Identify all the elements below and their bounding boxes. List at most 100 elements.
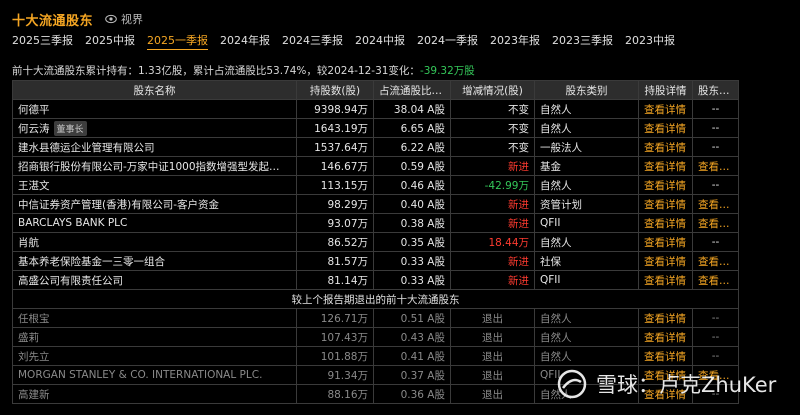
section-header: 十大流通股东 视界 xyxy=(12,9,143,29)
holding-detail-link[interactable]: 查看详情 xyxy=(638,232,693,252)
change-cell: 退出 xyxy=(450,327,535,347)
report-period-tabs: 2025三季报 2025中报 2025一季报 2024年报 2024三季报 2024中报 2… xyxy=(12,32,687,50)
holding-detail-link[interactable]: 查看详情 xyxy=(638,156,693,176)
flow-detail-link[interactable]: 查看详情 xyxy=(692,213,739,233)
summary-text: 前十大流通股东累计持有：1.33亿股，累计占流通股比53.74%，较2024-1… xyxy=(12,65,420,77)
holding-detail-link[interactable]: 查看详情 xyxy=(638,327,693,347)
flow-detail-link[interactable]: 查看详情 xyxy=(692,194,739,214)
holding-detail-link[interactable]: 查看详情 xyxy=(638,137,693,157)
table-row: 招商银行股份有限公司-万家中证1000指数增强型发起… 146.67万 0.59 A… xyxy=(12,156,739,176)
snowball-logo-icon xyxy=(557,369,587,399)
column-header: 股东名称 xyxy=(12,80,297,100)
shares-cell: 146.67万 xyxy=(296,156,374,176)
change-cell: 新进 xyxy=(450,270,535,290)
tab-report-period[interactable]: 2023中报 xyxy=(625,32,675,50)
holding-detail-link[interactable]: 查看详情 xyxy=(638,213,693,233)
shareholder-name-cell: 建水县德运企业管理有限公司 xyxy=(12,137,297,157)
view-label: 视界 xyxy=(121,13,144,26)
change-cell: 退出 xyxy=(450,384,535,404)
flow-cell: -- xyxy=(692,308,739,328)
ratio-cell: 0.33 A股 xyxy=(373,270,451,290)
tab-report-period[interactable]: 2025中报 xyxy=(85,32,135,50)
holder-type-cell: 自然人 xyxy=(534,118,639,138)
holding-detail-link[interactable]: 查看详情 xyxy=(638,118,693,138)
holdings-summary: 前十大流通股东累计持有：1.33亿股，累计占流通股比53.74%，较2024-1… xyxy=(12,63,475,78)
shareholder-name: 招商银行股份有限公司-万家中证1000指数增强型发起… xyxy=(18,160,280,173)
holding-detail-link[interactable]: 查看详情 xyxy=(638,346,693,366)
flow-detail-link[interactable]: 查看详情 xyxy=(692,270,739,290)
holder-type-cell: QFII xyxy=(534,270,639,290)
tab-report-period[interactable]: 2023年报 xyxy=(490,32,540,50)
holder-type-cell: 自然人 xyxy=(534,232,639,252)
holding-detail-link[interactable]: 查看详情 xyxy=(638,251,693,271)
shares-cell: 9398.94万 xyxy=(296,99,374,119)
tab-report-period[interactable]: 2024一季报 xyxy=(417,32,478,50)
flow-cell: -- xyxy=(692,232,739,252)
flow-detail-link[interactable]: 查看详情 xyxy=(692,251,739,271)
ratio-cell: 0.59 A股 xyxy=(373,156,451,176)
holding-detail-link[interactable]: 查看详情 xyxy=(638,308,693,328)
ratio-cell: 0.37 A股 xyxy=(373,365,451,385)
shareholder-name-cell: 高盛公司有限责任公司 xyxy=(12,270,297,290)
ratio-cell: 0.33 A股 xyxy=(373,251,451,271)
holding-detail-link[interactable]: 查看详情 xyxy=(638,99,693,119)
shares-cell: 107.43万 xyxy=(296,327,374,347)
shares-cell: 88.16万 xyxy=(296,384,374,404)
change-cell: 退出 xyxy=(450,346,535,366)
flow-detail-link[interactable]: 查看详情 xyxy=(692,156,739,176)
shareholder-name: 基本养老保险基金一三零一组合 xyxy=(18,255,165,268)
shareholder-name-cell: 招商银行股份有限公司-万家中证1000指数增强型发起… xyxy=(12,156,297,176)
tab-report-period[interactable]: 2024年报 xyxy=(220,32,270,50)
flow-cell: -- xyxy=(692,118,739,138)
holder-type-cell: 基金 xyxy=(534,156,639,176)
shares-cell: 81.14万 xyxy=(296,270,374,290)
shares-cell: 101.88万 xyxy=(296,346,374,366)
view-link[interactable]: 视界 xyxy=(105,11,143,27)
table-row: 建水县德运企业管理有限公司 1537.64万 6.22 A股 不变 一般法人 查看详情 -- xyxy=(12,137,739,157)
shareholder-name-cell: 何云涛 董事长 xyxy=(12,118,297,138)
watermark: 雪球：卢克ZhuKer xyxy=(556,368,776,400)
shareholder-name: 何云涛 xyxy=(18,122,50,135)
tab-report-period[interactable]: 2025三季报 xyxy=(12,32,73,50)
holding-detail-link[interactable]: 查看详情 xyxy=(638,194,693,214)
ratio-cell: 0.51 A股 xyxy=(373,308,451,328)
shares-cell: 126.71万 xyxy=(296,308,374,328)
ratio-cell: 6.22 A股 xyxy=(373,137,451,157)
shareholder-name: 何德平 xyxy=(18,103,50,116)
flow-cell: -- xyxy=(692,175,739,195)
tab-report-period[interactable]: 2023三季报 xyxy=(552,32,613,50)
shares-cell: 1643.19万 xyxy=(296,118,374,138)
table-row: 何德平 9398.94万 38.04 A股 不变 自然人 查看详情 -- xyxy=(12,99,739,119)
holder-type-cell: 一般法人 xyxy=(534,137,639,157)
shares-cell: 81.57万 xyxy=(296,251,374,271)
holding-detail-link[interactable]: 查看详情 xyxy=(638,175,693,195)
column-header: 增减情况(股) xyxy=(450,80,535,100)
change-cell: 18.44万 xyxy=(450,232,535,252)
flow-cell: -- xyxy=(692,137,739,157)
change-cell: 不变 xyxy=(450,137,535,157)
tab-report-period[interactable]: 2024三季报 xyxy=(282,32,343,50)
change-cell: 退出 xyxy=(450,365,535,385)
table-row: 肖航 86.52万 0.35 A股 18.44万 自然人 查看详情 -- xyxy=(12,232,739,252)
summary-change: -39.32万股 xyxy=(419,65,475,77)
tab-report-period[interactable]: 2025一季报 xyxy=(147,32,208,50)
shareholder-name: 建水县德运企业管理有限公司 xyxy=(18,141,155,154)
ratio-cell: 0.43 A股 xyxy=(373,327,451,347)
tab-report-period[interactable]: 2024中报 xyxy=(355,32,405,50)
column-header: 股东进出 xyxy=(692,80,739,100)
table-row: 基本养老保险基金一三零一组合 81.57万 0.33 A股 新进 社保 查看详情 查看详情 xyxy=(12,251,739,271)
shareholder-name: BARCLAYS BANK PLC xyxy=(18,217,128,229)
eye-icon xyxy=(105,14,117,24)
watermark-text: 雪球：卢克ZhuKer xyxy=(596,373,777,397)
shareholder-name-cell: 中信证券资产管理(香港)有限公司-客户资金 xyxy=(12,194,297,214)
shareholder-name-cell: 任根宝 xyxy=(12,308,297,328)
exited-table-row: 刘先立 101.88万 0.41 A股 退出 自然人 查看详情 -- xyxy=(12,346,739,366)
column-header: 持股数(股) xyxy=(296,80,374,100)
shareholder-name-cell: 高建新 xyxy=(12,384,297,404)
shareholder-name-cell: 基本养老保险基金一三零一组合 xyxy=(12,251,297,271)
holding-detail-link[interactable]: 查看详情 xyxy=(638,270,693,290)
change-cell: 退出 xyxy=(450,308,535,328)
ratio-cell: 0.40 A股 xyxy=(373,194,451,214)
ratio-cell: 6.65 A股 xyxy=(373,118,451,138)
exited-table-row: 盛莉 107.43万 0.43 A股 退出 自然人 查看详情 -- xyxy=(12,327,739,347)
